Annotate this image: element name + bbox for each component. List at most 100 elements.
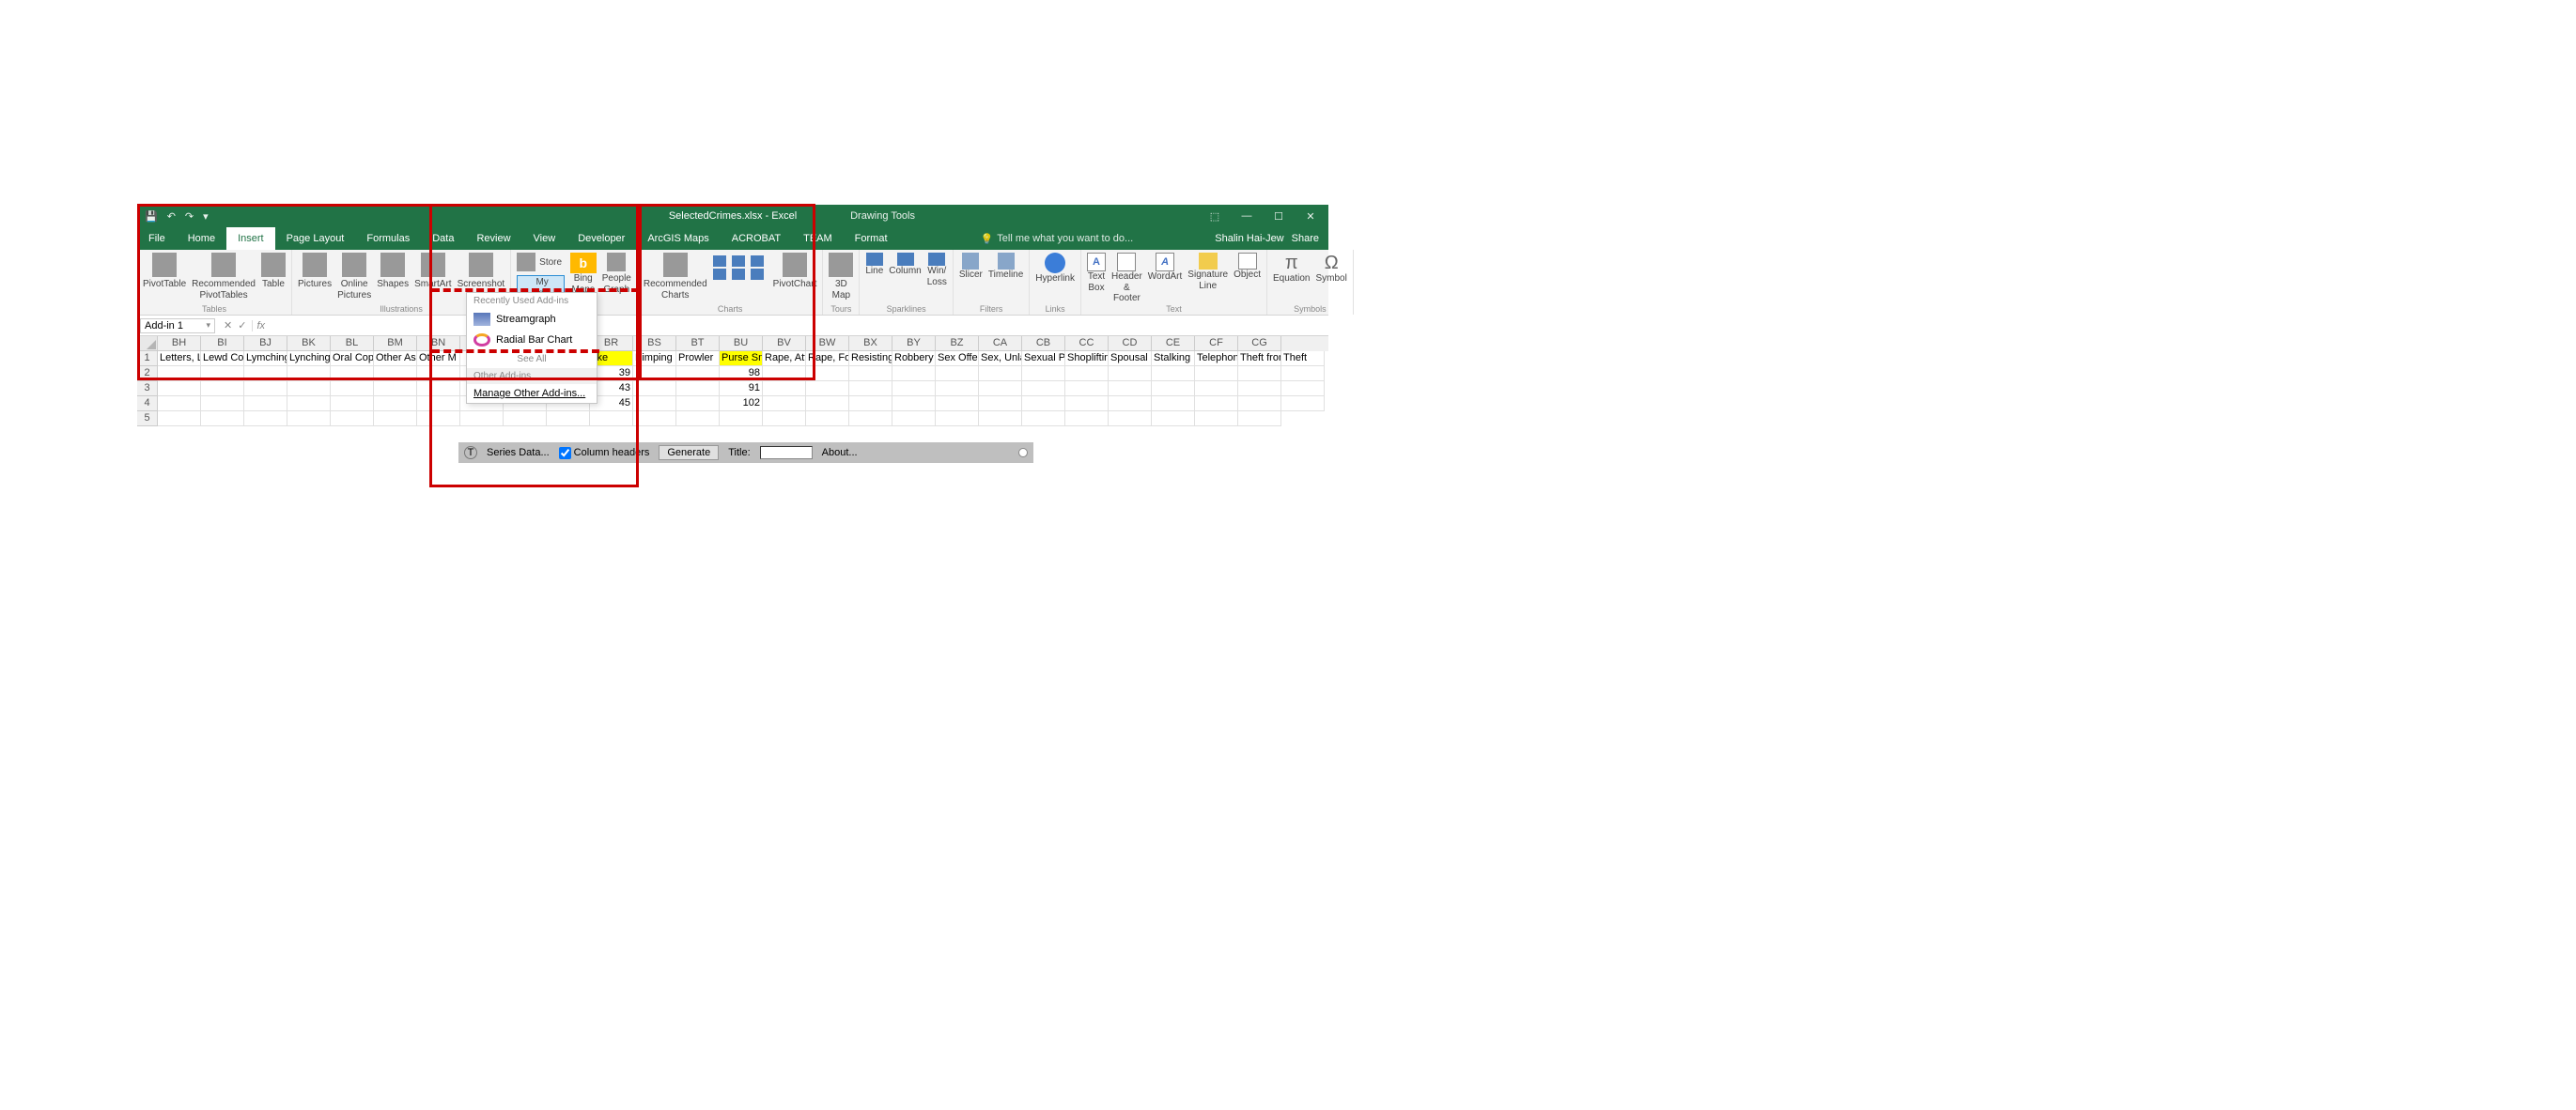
about-button[interactable]: About...	[822, 447, 858, 458]
cell[interactable]	[1022, 366, 1065, 381]
cell[interactable]	[1238, 411, 1281, 426]
cancel-formula-icon[interactable]: ✕	[224, 319, 232, 331]
sparkline-winloss-button[interactable]: Win/ Loss	[927, 253, 947, 287]
cell[interactable]	[590, 411, 633, 426]
addin-item-radial[interactable]: Radial Bar Chart	[467, 330, 597, 350]
cell[interactable]	[936, 381, 979, 396]
cell[interactable]	[1281, 381, 1325, 396]
cell[interactable]	[460, 411, 504, 426]
cell[interactable]	[287, 411, 331, 426]
cell[interactable]	[1065, 411, 1109, 426]
cell[interactable]	[374, 366, 417, 381]
table-button[interactable]: Table	[261, 253, 286, 290]
cell[interactable]	[633, 366, 676, 381]
cell[interactable]: Rape, Forc	[806, 351, 849, 366]
column-headers-checkbox[interactable]	[559, 447, 571, 459]
smartart-button[interactable]: SmartArt	[414, 253, 451, 290]
cell[interactable]: 102	[720, 396, 763, 411]
addin-item-streamgraph[interactable]: Streamgraph	[467, 309, 597, 330]
sparkline-column-button[interactable]: Column	[889, 253, 921, 277]
online-pictures-button[interactable]: Online Pictures	[337, 253, 371, 301]
cell[interactable]	[979, 366, 1022, 381]
cell[interactable]	[936, 396, 979, 411]
cell[interactable]	[979, 396, 1022, 411]
column-header[interactable]: CB	[1022, 336, 1065, 351]
column-header[interactable]: BT	[676, 336, 720, 351]
row-header[interactable]: 5	[137, 411, 158, 426]
cell[interactable]	[1109, 396, 1152, 411]
column-header[interactable]: BH	[158, 336, 201, 351]
cell[interactable]: Stalking	[1152, 351, 1195, 366]
cell[interactable]	[1022, 411, 1065, 426]
worksheet-grid[interactable]: BHBIBJBKBLBMBNBOBPBQBRBSBTBUBVBWBXBYBZCA…	[137, 336, 1328, 426]
cell[interactable]	[892, 366, 936, 381]
cell[interactable]	[1065, 396, 1109, 411]
chart-gallery[interactable]	[713, 253, 768, 280]
tab-view[interactable]: View	[522, 227, 567, 250]
cell[interactable]	[1238, 396, 1281, 411]
cell[interactable]	[1195, 381, 1238, 396]
save-icon[interactable]: 💾	[145, 210, 158, 223]
cell[interactable]	[244, 396, 287, 411]
cell[interactable]	[806, 396, 849, 411]
pivotchart-button[interactable]: PivotChart	[773, 253, 817, 290]
cell[interactable]	[1109, 366, 1152, 381]
people-graph-button[interactable]: People Graph	[602, 253, 631, 295]
cell[interactable]	[1152, 366, 1195, 381]
qat-dropdown-icon[interactable]: ▾	[203, 210, 209, 223]
chart-type-icon[interactable]	[732, 269, 745, 280]
column-header[interactable]: BN	[417, 336, 460, 351]
shapes-button[interactable]: Shapes	[377, 253, 409, 290]
cell[interactable]	[936, 366, 979, 381]
undo-icon[interactable]: ↶	[167, 210, 176, 223]
cell[interactable]: Theft from	[1238, 351, 1281, 366]
cell[interactable]	[1109, 411, 1152, 426]
cell[interactable]	[374, 411, 417, 426]
column-header[interactable]: BW	[806, 336, 849, 351]
share-button[interactable]: Share	[1292, 233, 1319, 244]
cell[interactable]: 98	[720, 366, 763, 381]
cell[interactable]	[201, 366, 244, 381]
cell[interactable]	[374, 381, 417, 396]
bing-maps-button[interactable]: bBing Maps	[570, 253, 597, 295]
tab-format[interactable]: Format	[844, 227, 899, 250]
row-header[interactable]: 1	[137, 351, 158, 366]
cell[interactable]	[720, 411, 763, 426]
cell[interactable]: Sex, Unlaw	[979, 351, 1022, 366]
cell[interactable]	[892, 381, 936, 396]
cell[interactable]	[936, 411, 979, 426]
minimize-icon[interactable]: —	[1233, 210, 1261, 222]
cell[interactable]	[201, 381, 244, 396]
store-button[interactable]: Store	[517, 253, 562, 273]
name-box[interactable]: Add-in 1▾	[140, 318, 215, 333]
sparkline-line-button[interactable]: Line	[865, 253, 883, 277]
cell[interactable]: Lynching -	[287, 351, 331, 366]
enter-formula-icon[interactable]: ✓	[238, 319, 246, 331]
series-data-button[interactable]: Series Data...	[487, 447, 550, 458]
cell[interactable]	[849, 381, 892, 396]
cell[interactable]	[979, 411, 1022, 426]
cell[interactable]	[331, 366, 374, 381]
cell[interactable]	[806, 411, 849, 426]
cell[interactable]	[806, 366, 849, 381]
cell[interactable]	[201, 411, 244, 426]
recommended-charts-button[interactable]: Recommended Charts	[644, 253, 707, 301]
cell[interactable]	[633, 411, 676, 426]
cell[interactable]: Theft	[1281, 351, 1325, 366]
tab-page-layout[interactable]: Page Layout	[275, 227, 356, 250]
cell[interactable]	[287, 381, 331, 396]
column-header[interactable]: BZ	[936, 336, 979, 351]
column-header[interactable]: BL	[331, 336, 374, 351]
cell[interactable]	[331, 411, 374, 426]
cell[interactable]	[676, 381, 720, 396]
generate-button[interactable]: Generate	[659, 445, 719, 460]
cell[interactable]: Lewd Con	[201, 351, 244, 366]
cell[interactable]: Rape, Atte	[763, 351, 806, 366]
cell[interactable]: Purse Sna	[720, 351, 763, 366]
see-all-link[interactable]: See All	[467, 350, 597, 368]
recommended-pivot-button[interactable]: Recommended PivotTables	[192, 253, 256, 301]
cell[interactable]	[158, 411, 201, 426]
column-header[interactable]: BJ	[244, 336, 287, 351]
cell[interactable]: Other M	[417, 351, 460, 366]
chart-type-icon[interactable]	[751, 255, 764, 267]
